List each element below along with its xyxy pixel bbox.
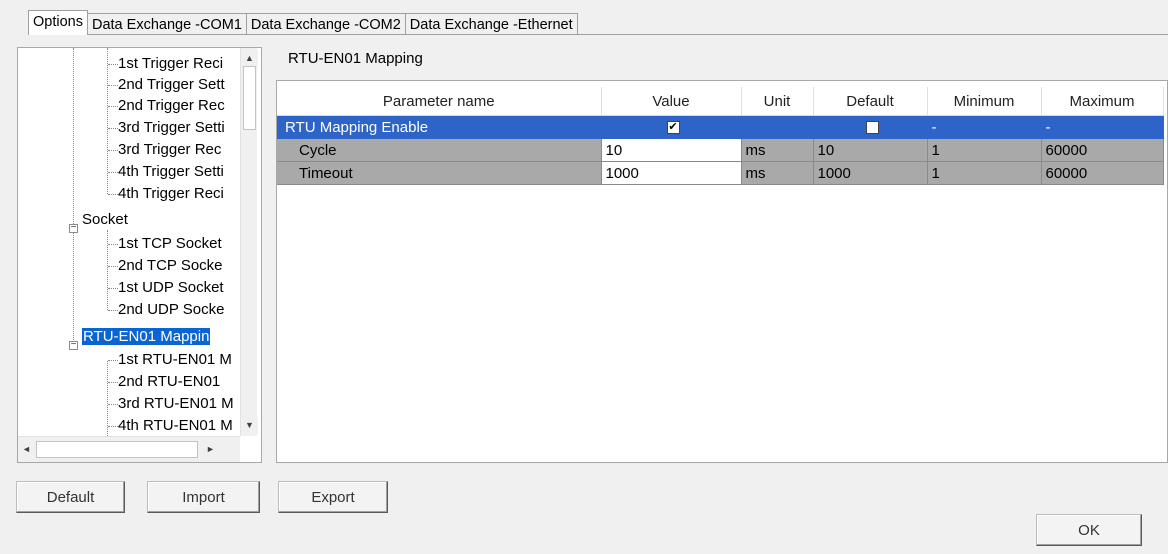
table-row[interactable]: RTU Mapping Enable ✔ - - [277,115,1164,139]
timeout-value-input[interactable]: 1000 [601,161,742,185]
tree-connector [73,48,74,346]
section-title: RTU-EN01 Mapping [288,50,423,67]
tree-item[interactable]: 1st UDP Socket [118,277,224,299]
table-row[interactable]: Cycle 10 ms 10 1 60000 [277,138,1164,162]
parameter-name-cell: Cycle [277,138,602,162]
tree-item[interactable]: 1st Trigger Reci [118,53,223,75]
tree-item[interactable]: 2nd Trigger Sett [118,74,225,96]
tab-panel-border [28,34,1168,35]
tree-vertical-scrollbar[interactable]: ▲ ▼ [240,48,258,436]
rtu-mapping-enable-checkbox[interactable]: ✔ [666,121,680,135]
minimum-cell: 1 [927,138,1042,162]
export-button[interactable]: Export [278,481,388,513]
scroll-down-icon[interactable]: ▼ [241,417,258,434]
scroll-left-icon[interactable]: ◄ [18,441,35,458]
maximum-cell: 60000 [1041,161,1164,185]
tab-data-exchange-com1[interactable]: Data Exchange -COM1 [86,13,247,35]
parameter-name-cell: RTU Mapping Enable [277,115,602,139]
tree-item-rtu-en01-mapping[interactable]: RTU-EN01 Mappin [82,326,211,348]
tree-item[interactable]: 2nd RTU-EN01 [118,371,220,393]
maximum-cell: 60000 [1041,138,1164,162]
parameter-grid: Parameter name Value Unit Default Minimu… [277,87,1164,185]
tree-item[interactable]: 1st TCP Socket [118,233,222,255]
tree-item[interactable]: 2nd UDP Socke [118,299,224,321]
tree-item-selected-label: RTU-EN01 Mappin [82,328,211,345]
collapse-icon[interactable]: − [69,223,78,233]
tree-item[interactable]: 2nd Trigger Rec [118,95,225,117]
tree-item[interactable]: 3rd Trigger Rec [118,139,221,161]
tree-item[interactable]: 4th Trigger Setti [118,161,224,183]
tab-options[interactable]: Options [28,10,88,35]
tree-item[interactable]: 1st RTU-EN01 M [118,349,232,371]
scroll-thumb[interactable] [36,441,198,458]
unit-cell: ms [741,161,814,185]
tree-item[interactable]: 2nd TCP Socke [118,255,223,277]
tree-connector [107,230,108,310]
options-tree[interactable]: 1st Trigger Reci 2nd Trigger Sett 2nd Tr… [17,47,262,463]
default-cell [813,115,928,139]
default-checkbox [865,121,879,135]
tab-strip: Options Data Exchange -COM1 Data Exchang… [28,10,578,35]
collapse-icon[interactable]: − [69,340,78,350]
import-button[interactable]: Import [147,481,260,513]
tree-connector [107,361,108,436]
maximum-cell: - [1041,115,1164,139]
table-row[interactable]: Timeout 1000 ms 1000 1 60000 [277,161,1164,185]
tree-horizontal-scrollbar[interactable]: ◄ ► [18,436,240,462]
scroll-up-icon[interactable]: ▲ [241,50,258,67]
column-header-minimum[interactable]: Minimum [927,87,1042,116]
tree-item[interactable]: 4th Trigger Reci [118,183,224,205]
column-header-parameter-name[interactable]: Parameter name [277,87,602,116]
default-cell: 1000 [813,161,928,185]
ok-button[interactable]: OK [1036,514,1142,546]
unit-cell [741,115,814,139]
column-header-default[interactable]: Default [813,87,928,116]
tree-item-socket[interactable]: Socket [82,209,128,231]
tree-item[interactable]: 4th RTU-EN01 M [118,415,233,437]
scroll-right-icon[interactable]: ► [202,441,219,458]
minimum-cell: - [927,115,1042,139]
column-header-maximum[interactable]: Maximum [1041,87,1164,116]
tree-item[interactable]: 3rd Trigger Setti [118,117,225,139]
tree-item[interactable]: 3rd RTU-EN01 M [118,393,234,415]
default-button[interactable]: Default [16,481,125,513]
column-header-unit[interactable]: Unit [741,87,814,116]
tab-data-exchange-ethernet[interactable]: Data Exchange -Ethernet [404,13,578,35]
unit-cell: ms [741,138,814,162]
cycle-value-input[interactable]: 10 [601,138,742,162]
minimum-cell: 1 [927,161,1042,185]
column-header-value[interactable]: Value [601,87,742,116]
value-cell[interactable]: ✔ [601,115,742,139]
tab-data-exchange-com2[interactable]: Data Exchange -COM2 [245,13,406,35]
scroll-thumb[interactable] [243,66,256,130]
default-cell: 10 [813,138,928,162]
parameter-name-cell: Timeout [277,161,602,185]
